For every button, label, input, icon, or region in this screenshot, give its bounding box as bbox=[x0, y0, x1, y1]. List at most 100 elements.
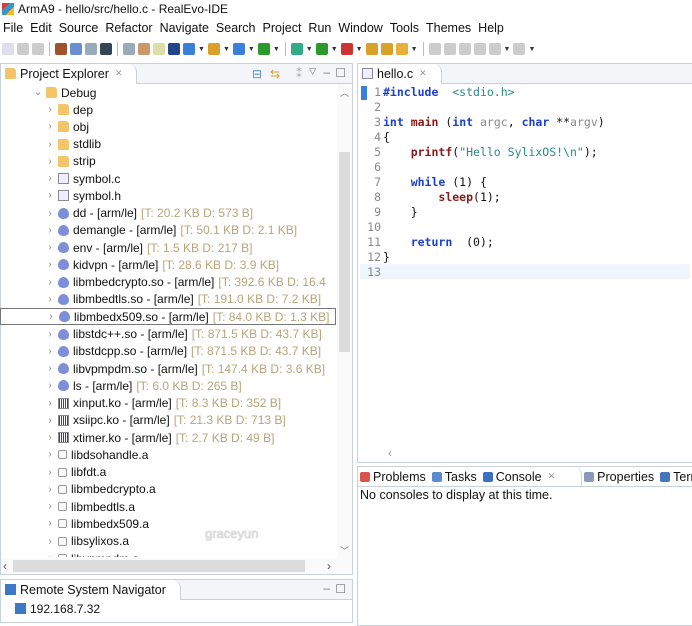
tab-remote-system-navigator[interactable]: Remote System Navigator bbox=[1, 579, 181, 600]
tab-hello-c[interactable]: hello.c ✕ bbox=[358, 63, 442, 84]
remote-host-item[interactable]: 192.168.7.32 bbox=[15, 600, 100, 617]
chevron-right-icon[interactable]: › bbox=[45, 536, 55, 547]
code-line[interactable]: 5 printf("Hello SylixOS!\n"); bbox=[360, 144, 598, 159]
tree-item[interactable]: › libfdt.a bbox=[45, 464, 106, 481]
chevron-right-icon[interactable]: › bbox=[45, 173, 55, 184]
toolbar-button-icon[interactable] bbox=[380, 43, 393, 55]
scrollbar-thumb[interactable] bbox=[13, 560, 305, 572]
maximize-icon[interactable]: ☐ bbox=[335, 66, 346, 80]
maximize-icon[interactable]: ☐ bbox=[335, 582, 346, 596]
toolbar-button-icon[interactable] bbox=[473, 43, 486, 55]
toolbar-button-icon[interactable] bbox=[395, 43, 408, 55]
tab-term[interactable]: Term bbox=[658, 467, 692, 486]
dropdown-arrow-icon[interactable]: ▼ bbox=[411, 46, 418, 53]
tree-item[interactable]: › libmbedcrypto.a bbox=[45, 481, 155, 498]
toolbar-button-icon[interactable] bbox=[428, 43, 441, 55]
tree-item[interactable]: › xtimer.ko - [arm/le] [T: 2.7 KB D: 49 B] bbox=[45, 429, 274, 446]
chevron-right-icon[interactable]: › bbox=[45, 501, 55, 512]
chevron-right-icon[interactable]: › bbox=[45, 156, 55, 167]
chevron-right-icon[interactable]: › bbox=[45, 259, 55, 270]
scroll-left-icon[interactable]: ‹ bbox=[388, 446, 392, 460]
chevron-right-icon[interactable]: › bbox=[45, 346, 55, 357]
dropdown-arrow-icon[interactable]: ▼ bbox=[356, 46, 363, 53]
chevron-down-icon[interactable]: ⌄ bbox=[33, 87, 43, 98]
chevron-right-icon[interactable]: › bbox=[45, 363, 55, 374]
chevron-right-icon[interactable]: › bbox=[45, 553, 55, 557]
menu-themes[interactable]: Themes bbox=[423, 21, 475, 35]
code-line[interactable]: 7 while (1) { bbox=[360, 174, 487, 189]
close-icon[interactable]: ✕ bbox=[548, 471, 556, 482]
tree-item-debug[interactable]: ⌄ Debug bbox=[33, 84, 97, 101]
tab-problems[interactable]: Problems bbox=[358, 467, 430, 486]
chevron-right-icon[interactable]: › bbox=[45, 329, 55, 340]
chevron-right-icon[interactable]: › bbox=[45, 432, 55, 443]
tab-tasks[interactable]: Tasks bbox=[430, 467, 481, 486]
tree-item[interactable]: › stdlib bbox=[45, 136, 101, 153]
tree-item[interactable]: › symbol.h bbox=[45, 187, 121, 204]
horizontal-scrollbar[interactable]: ‹ › bbox=[1, 558, 352, 574]
code-line[interactable]: 6 bbox=[360, 159, 383, 174]
chevron-right-icon[interactable]: › bbox=[45, 277, 55, 288]
code-line[interactable]: 10 bbox=[360, 219, 383, 234]
menu-help[interactable]: Help bbox=[475, 21, 508, 35]
dropdown-arrow-icon[interactable]: ▼ bbox=[504, 46, 511, 53]
chevron-right-icon[interactable]: › bbox=[45, 190, 55, 201]
chevron-right-icon[interactable]: › bbox=[45, 242, 55, 253]
chevron-right-icon[interactable]: › bbox=[45, 121, 55, 132]
toolbar-button-icon[interactable] bbox=[365, 43, 378, 55]
toolbar-button-icon[interactable] bbox=[443, 43, 456, 55]
tree-item[interactable]: › libstdc++.so - [arm/le] [T: 871.5 KB D: … bbox=[45, 326, 321, 343]
tree-item[interactable]: › libmbedtls.so - [arm/le] [T: 191.0 KB D:… bbox=[45, 291, 321, 308]
tree-item[interactable]: › dep bbox=[45, 101, 93, 118]
tree-item[interactable]: › libmbedtls.a bbox=[45, 498, 135, 515]
scrollbar-thumb[interactable] bbox=[339, 152, 350, 352]
tree-item[interactable]: › xsiipc.ko - [arm/le] [T: 21.3 KB D: 713 … bbox=[45, 412, 285, 429]
tab-console[interactable]: Console ✕ bbox=[480, 467, 583, 486]
tree-item[interactable]: › kidvpn - [arm/le] [T: 28.6 KB D: 3.9 KB] bbox=[45, 256, 279, 273]
code-line[interactable]: 3 int main (int argc, char ** argv) bbox=[360, 114, 605, 129]
tree-item[interactable]: › libvpmpdm.so - [arm/le] [T: 147.4 KB D: … bbox=[45, 360, 325, 377]
vertical-scrollbar[interactable]: ︿ ﹀ bbox=[337, 84, 352, 558]
tree-item[interactable]: › libvpmpdm.a bbox=[45, 550, 139, 557]
chevron-right-icon[interactable]: › bbox=[45, 208, 55, 219]
tree-item[interactable]: › libmbedx509.a bbox=[45, 515, 149, 532]
dropdown-arrow-icon[interactable]: ▼ bbox=[528, 46, 535, 53]
tab-properties[interactable]: Properties bbox=[582, 467, 658, 486]
scroll-up-icon[interactable]: ︿ bbox=[340, 86, 349, 99]
toolbar-button-icon[interactable] bbox=[488, 43, 501, 55]
code-line[interactable]: 8 sleep (1); bbox=[360, 189, 501, 204]
chevron-right-icon[interactable]: › bbox=[45, 398, 55, 409]
code-line[interactable]: 2 bbox=[360, 99, 383, 114]
tree-item[interactable]: › symbol.c bbox=[45, 170, 120, 187]
tree-item[interactable]: › demangle - [arm/le] [T: 50.1 KB D: 2.1 K… bbox=[45, 222, 297, 239]
tree-item[interactable]: › libstdcpp.so - [arm/le] [T: 871.5 KB D: … bbox=[45, 343, 321, 360]
code-line[interactable]: 11 return (0); bbox=[360, 234, 494, 249]
code-line[interactable]: 9 } bbox=[360, 204, 418, 219]
tree-item[interactable]: › obj bbox=[45, 118, 89, 135]
chevron-right-icon[interactable]: › bbox=[45, 467, 55, 478]
menu-window[interactable]: Window bbox=[335, 21, 386, 35]
tree-item[interactable]: › ls - [arm/le] [T: 6.0 KB D: 265 B] bbox=[45, 377, 241, 394]
toolbar-button-icon[interactable] bbox=[458, 43, 471, 55]
code-line[interactable]: 12} bbox=[360, 249, 390, 264]
close-icon[interactable]: ✕ bbox=[419, 68, 427, 79]
chevron-right-icon[interactable]: › bbox=[45, 104, 55, 115]
chevron-right-icon[interactable]: › bbox=[45, 225, 55, 236]
scroll-down-icon[interactable]: ﹀ bbox=[340, 544, 349, 557]
tree-item[interactable]: › libmbedx509.so - [arm/le] [T: 84.0 KB D:… bbox=[0, 308, 336, 326]
chevron-right-icon[interactable]: › bbox=[45, 484, 55, 495]
tree-item[interactable]: › libsylixos.a bbox=[45, 533, 129, 550]
tree-item[interactable]: › dd - [arm/le] [T: 20.2 KB D: 573 B] bbox=[45, 205, 253, 222]
chevron-right-icon[interactable]: › bbox=[45, 380, 55, 391]
toolbar-button-icon[interactable] bbox=[340, 43, 353, 55]
tree-item[interactable]: › strip bbox=[45, 153, 95, 170]
chevron-right-icon[interactable]: › bbox=[46, 311, 56, 322]
tree-item[interactable]: › libmbedcrypto.so - [arm/le] [T: 392.6 KB… bbox=[45, 274, 325, 291]
chevron-right-icon[interactable]: › bbox=[45, 139, 55, 150]
toolbar-button-icon[interactable] bbox=[513, 43, 526, 55]
tree-item[interactable]: › libdsohandle.a bbox=[45, 446, 148, 463]
chevron-right-icon[interactable]: › bbox=[45, 518, 55, 529]
code-line[interactable]: 4{ bbox=[360, 129, 390, 144]
tree-item[interactable]: › env - [arm/le] [T: 1.5 KB D: 217 B] bbox=[45, 239, 252, 256]
code-line[interactable]: 13 bbox=[360, 264, 690, 279]
